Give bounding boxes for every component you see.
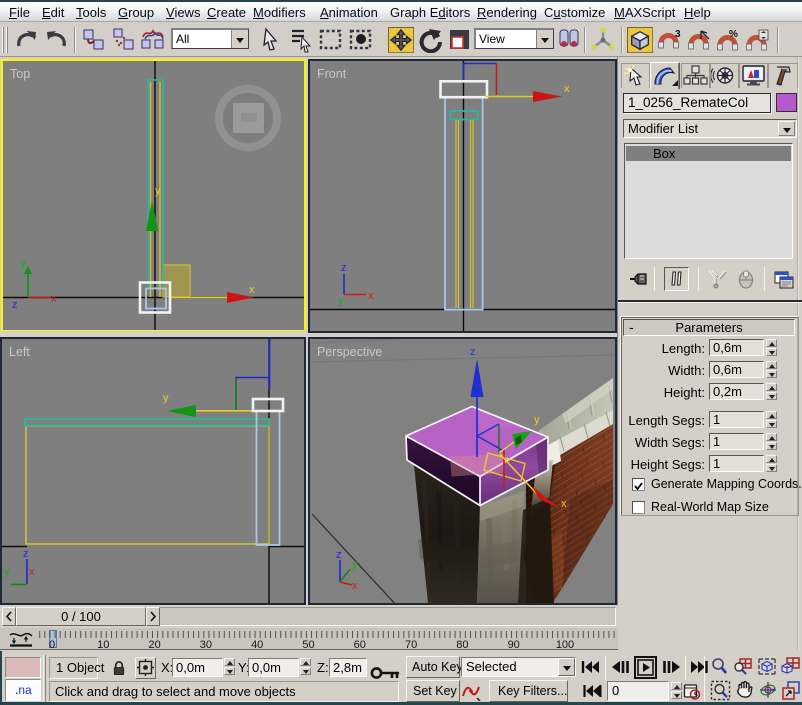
svg-text:y: y (4, 566, 10, 578)
svg-text:z: z (12, 299, 18, 311)
svg-text:y: y (352, 559, 358, 571)
svg-text:y: y (20, 258, 26, 270)
svg-text:30: 30 (200, 639, 212, 649)
svg-text:y: y (155, 185, 161, 197)
svg-text:x: x (51, 293, 57, 305)
svg-text:z: z (336, 549, 342, 561)
svg-text:50: 50 (302, 639, 314, 649)
svg-text:Left: Left (9, 345, 30, 359)
svg-text:Perspective: Perspective (317, 345, 382, 359)
svg-text:70: 70 (405, 639, 417, 649)
svg-text:Top: Top (10, 67, 30, 81)
svg-text:x: x (561, 498, 567, 510)
svg-text:3: 3 (675, 29, 681, 40)
svg-text:Front: Front (317, 67, 347, 81)
svg-text:x: x (368, 290, 374, 302)
svg-text:z: z (470, 346, 476, 358)
svg-text:y: y (163, 392, 169, 404)
svg-text:20: 20 (148, 639, 160, 649)
svg-text:90: 90 (508, 639, 520, 649)
svg-text:80: 80 (456, 639, 468, 649)
svg-text:0: 0 (49, 639, 55, 649)
svg-text:y: y (338, 295, 344, 307)
svg-text:y: y (534, 414, 540, 426)
svg-text:%: % (729, 29, 738, 40)
svg-text:10: 10 (97, 639, 109, 649)
svg-text:z: z (23, 548, 29, 560)
svg-text:x: x (564, 83, 570, 95)
svg-text:x: x (29, 566, 35, 578)
svg-text:x: x (352, 580, 358, 592)
svg-text:z: z (341, 262, 347, 274)
svg-text:40: 40 (251, 639, 263, 649)
svg-text:100: 100 (556, 639, 574, 649)
svg-text:60: 60 (354, 639, 366, 649)
svg-text:x: x (249, 284, 255, 296)
